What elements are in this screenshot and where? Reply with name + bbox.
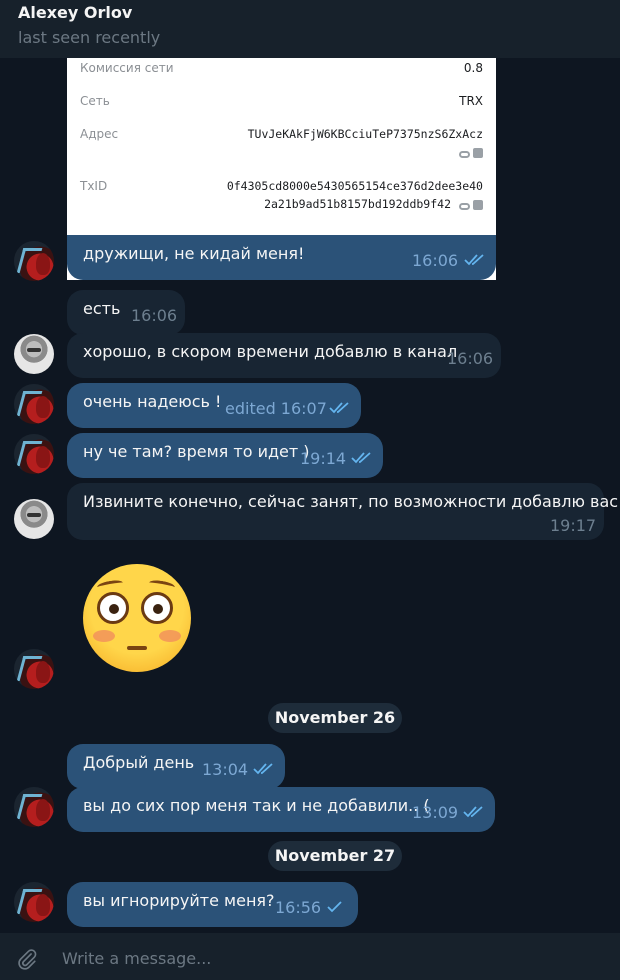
avatar-contact[interactable] (14, 499, 54, 539)
message-text: ну че там? время то идет ) (83, 442, 310, 461)
message-bubble[interactable]: дружищи, не кидай меня! 16:06 (67, 235, 496, 280)
message-composer (0, 932, 620, 980)
txid-value-line1: 0f4305cd8000e5430565154ce376d2dee3e40 (226, 179, 483, 193)
copy-icon[interactable] (473, 148, 483, 158)
message-text: дружищи, не кидай меня! (83, 244, 305, 263)
eyebrow (148, 578, 176, 592)
txid-value-line2: 2a21b9ad51b8157bd192ddb9f42 (264, 197, 451, 211)
address-value: TUvJeKAkFjW6KBCciuTeP7375nzS6ZxAcz (247, 127, 483, 141)
double-check-icon (351, 451, 373, 465)
flushed-face-emoji[interactable] (83, 564, 191, 672)
avatar-me[interactable] (14, 649, 54, 689)
double-check-icon (253, 762, 275, 776)
message-bubble[interactable]: ну че там? время то идет ) 19:14 (67, 433, 383, 478)
eye (97, 592, 129, 624)
avatar-me[interactable] (14, 384, 54, 424)
address-label: Адрес (80, 127, 119, 141)
double-check-icon (464, 253, 486, 267)
chat-header[interactable]: Alexey Orlov last seen recently (0, 0, 620, 58)
mouth (127, 646, 147, 650)
message-time: 19:17 (550, 516, 597, 535)
eyebrow (96, 578, 124, 592)
eye (141, 592, 173, 624)
link-icon[interactable] (459, 151, 470, 158)
copy-icon[interactable] (473, 200, 483, 210)
avatar-contact[interactable] (14, 334, 54, 374)
message-bubble[interactable]: есть 16:06 (67, 290, 185, 335)
message-bubble[interactable]: Извините конечно, сейчас занят, по возмо… (67, 483, 618, 540)
message-text: Добрый день (83, 753, 195, 772)
message-text: вы до сих пор меня так и не добавили.. ( (83, 796, 430, 815)
message-text: есть (83, 299, 121, 318)
txid-label: TxID (80, 179, 108, 193)
address-row: Адрес TUvJeKAkFjW6KBCciuTeP7375nzS6ZxAcz (80, 126, 483, 162)
avatar-me[interactable] (14, 882, 54, 922)
address-actions (456, 146, 483, 163)
message-time: 16:06 (131, 306, 178, 325)
message-time: edited 16:07 (225, 399, 327, 418)
message-text: Извините конечно, сейчас занят, по возмо… (83, 492, 619, 511)
network-label: Сеть (80, 94, 110, 108)
avatar-me[interactable] (14, 434, 54, 474)
message-bubble[interactable]: вы до сих пор меня так и не добавили.. (… (67, 787, 495, 832)
message-bubble[interactable]: хорошо, в скором времени добавлю в канал… (67, 333, 501, 378)
message-time: 13:09 (412, 803, 459, 822)
double-check-icon (463, 805, 485, 819)
message-time: 16:06 (447, 349, 494, 368)
cheek (159, 630, 181, 642)
cheek (93, 630, 115, 642)
double-check-icon (329, 401, 351, 415)
message-list[interactable]: Комиссия сети 0.8 Сеть TRX Адрес TUvJeKA… (0, 58, 620, 932)
message-text: вы игнорируйте меня? (83, 891, 275, 910)
fee-value: 0.8 (463, 61, 483, 75)
message-text: хорошо, в скором времени добавлю в канал (83, 342, 458, 361)
message-text: очень надеюсь ! (83, 392, 222, 411)
message-time: 16:56 (275, 898, 322, 917)
message-bubble[interactable]: очень надеюсь ! edited 16:07 (67, 383, 361, 428)
avatar-me[interactable] (14, 787, 54, 827)
single-check-icon (325, 900, 347, 914)
message-bubble[interactable]: Добрый день 13:04 (67, 744, 285, 789)
message-time: 16:06 (412, 251, 459, 270)
attach-icon[interactable] (16, 948, 38, 970)
contact-name[interactable]: Alexey Orlov (18, 3, 132, 22)
date-separator: November 26 (268, 703, 402, 733)
txid-actions (456, 198, 483, 215)
contact-status: last seen recently (18, 28, 161, 47)
message-time: 13:04 (202, 760, 249, 779)
message-bubble[interactable]: вы игнорируйте меня? 16:56 (67, 882, 358, 927)
txid-row: TxID 0f4305cd8000e5430565154ce376d2dee3e… (80, 178, 483, 214)
network-value: TRX (459, 94, 483, 108)
message-time: 19:14 (300, 449, 347, 468)
fee-label: Комиссия сети (80, 61, 174, 75)
link-icon[interactable] (459, 203, 470, 210)
date-separator: November 27 (268, 841, 402, 871)
avatar-me[interactable] (14, 241, 54, 281)
message-input[interactable] (62, 946, 582, 970)
